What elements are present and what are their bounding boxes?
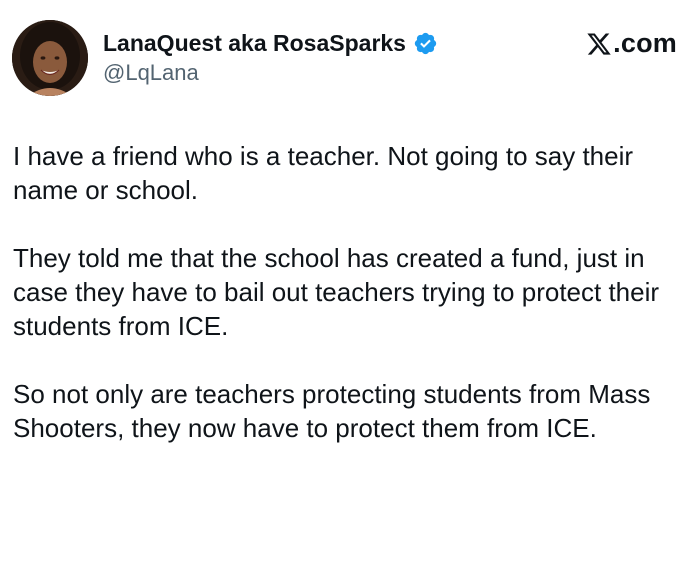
tweet-text: I have a friend who is a teacher. Not go… (13, 139, 683, 445)
author-name-row: LanaQuest aka RosaSparks (103, 28, 438, 58)
verified-badge-icon (413, 31, 438, 56)
avatar-image (12, 20, 88, 96)
brand-label: .com (586, 28, 677, 59)
x-logo-icon (586, 31, 612, 57)
brand-domain-text: .com (613, 28, 677, 58)
tweet-paragraph: I have a friend who is a teacher. Not go… (13, 141, 634, 205)
tweet-paragraph: They told me that the school has created… (13, 243, 660, 341)
avatar[interactable] (12, 20, 88, 96)
author-display-name[interactable]: LanaQuest aka RosaSparks (103, 30, 406, 57)
tweet-paragraph: So not only are teachers protecting stud… (13, 379, 651, 443)
tweet-card: LanaQuest aka RosaSparks @LqLana .com I … (0, 0, 700, 569)
author-handle[interactable]: @LqLana (103, 60, 199, 86)
